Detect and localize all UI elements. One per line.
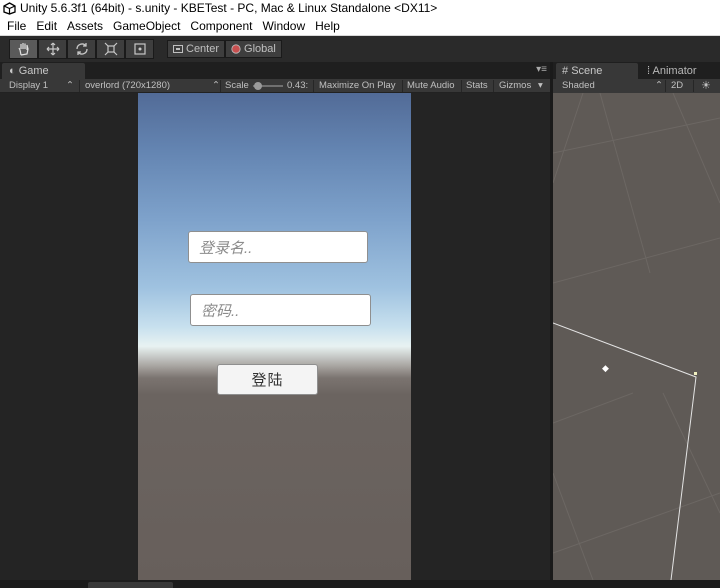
- separator: [665, 80, 666, 92]
- camera-gizmo-icon[interactable]: ◆: [602, 363, 609, 374]
- scene-controls-bar: Shaded ⌃ 2D ☀: [553, 79, 720, 93]
- maximize-on-play-toggle[interactable]: Maximize On Play: [319, 79, 396, 93]
- password-input[interactable]: 密码..: [190, 294, 371, 326]
- resolution-dropdown-arrow-icon: ⌃: [212, 80, 220, 91]
- mute-audio-toggle[interactable]: Mute Audio: [407, 79, 455, 93]
- space-global-button[interactable]: Global: [225, 40, 282, 58]
- menu-edit[interactable]: Edit: [31, 17, 62, 35]
- resolution-dropdown[interactable]: overlord (720x1280): [85, 79, 170, 93]
- panel-menu-icon[interactable]: ▾≡: [536, 64, 547, 75]
- 2d-toggle[interactable]: 2D: [671, 79, 683, 93]
- shading-dropdown-arrow-icon: ⌃: [655, 80, 663, 91]
- move-icon: [46, 42, 59, 56]
- gizmos-toggle[interactable]: Gizmos: [499, 79, 531, 93]
- game-tabbar: ◐ Game ▾≡: [0, 62, 550, 79]
- separator: [693, 80, 694, 92]
- username-input[interactable]: 登录名..: [188, 231, 368, 263]
- separator: [493, 80, 494, 92]
- rect-tool-button[interactable]: [125, 39, 154, 59]
- scene-tab-label: Scene: [571, 65, 603, 77]
- game-tab-label: Game: [18, 65, 49, 77]
- tab-scene[interactable]: # Scene: [556, 63, 638, 79]
- bottom-panel-tab[interactable]: [88, 582, 173, 588]
- menu-gameobject[interactable]: GameObject: [108, 17, 185, 35]
- login-button-label: 登陆: [251, 372, 284, 389]
- canvas-corner-handle[interactable]: [694, 372, 697, 375]
- display-dropdown-arrow-icon: ⌃: [66, 80, 74, 91]
- menu-window[interactable]: Window: [257, 17, 310, 35]
- menu-component[interactable]: Component: [185, 17, 257, 35]
- game-view: 登录名.. 密码.. 登陆: [138, 93, 411, 580]
- scene-lighting-icon[interactable]: ☀: [701, 79, 711, 93]
- game-controls-bar: Display 1 ⌃ overlord (720x1280) ⌃ Scale …: [0, 79, 550, 93]
- window-title: Unity 5.6.3f1 (64bit) - s.unity - KBETes…: [20, 1, 438, 15]
- pivot-toggles: Center Global: [167, 40, 282, 58]
- scale-label: Scale: [225, 80, 249, 91]
- menu-file[interactable]: File: [2, 17, 31, 35]
- animator-icon: ⁞: [647, 65, 651, 77]
- display-dropdown[interactable]: Display 1: [9, 79, 48, 93]
- separator: [79, 80, 80, 92]
- password-placeholder: 密码..: [201, 302, 240, 320]
- globe-icon: [231, 44, 241, 54]
- scene-tabbar: # Scene ⁞ Animator: [553, 62, 720, 79]
- space-global-label: Global: [244, 43, 276, 55]
- login-button[interactable]: 登陆: [217, 364, 318, 395]
- menu-help[interactable]: Help: [310, 17, 345, 35]
- menu-bar: File Edit Assets GameObject Component Wi…: [0, 17, 720, 36]
- username-placeholder: 登录名..: [199, 239, 253, 257]
- main-toolbar: Center Global: [0, 36, 720, 62]
- scene-grid-icon: #: [562, 65, 569, 77]
- separator: [220, 80, 221, 92]
- scene-grid: [552, 92, 720, 581]
- game-tab-icon: ◐: [9, 65, 16, 77]
- rect-icon: [133, 43, 146, 55]
- rotate-tool-button[interactable]: [67, 39, 96, 59]
- gizmos-dropdown-arrow-icon[interactable]: ▾: [538, 79, 543, 93]
- scale-tool-button[interactable]: [96, 39, 125, 59]
- unity-logo-icon: [3, 2, 16, 15]
- shading-dropdown[interactable]: Shaded: [562, 79, 595, 93]
- tab-game[interactable]: ◐ Game: [2, 63, 85, 79]
- pivot-center-button[interactable]: Center: [167, 40, 226, 58]
- separator: [313, 80, 314, 92]
- stats-toggle[interactable]: Stats: [466, 79, 488, 93]
- animator-tab-label: Animator: [652, 65, 697, 77]
- separator: [461, 80, 462, 92]
- scale-slider-handle[interactable]: [254, 82, 262, 90]
- move-tool-button[interactable]: [38, 39, 67, 59]
- hand-icon: [17, 43, 29, 56]
- hand-tool-button[interactable]: [9, 39, 38, 59]
- window-titlebar: Unity 5.6.3f1 (64bit) - s.unity - KBETes…: [0, 0, 720, 17]
- pivot-center-icon: [173, 45, 183, 53]
- tab-animator[interactable]: ⁞ Animator: [647, 63, 697, 79]
- separator: [402, 80, 403, 92]
- pivot-center-label: Center: [186, 43, 220, 55]
- menu-assets[interactable]: Assets: [62, 17, 108, 35]
- scale-icon: [104, 42, 117, 56]
- scene-view[interactable]: ◆: [552, 92, 720, 581]
- scale-value: 0.43:: [287, 80, 309, 91]
- rotate-icon: [75, 43, 88, 55]
- transform-tools: [9, 39, 154, 59]
